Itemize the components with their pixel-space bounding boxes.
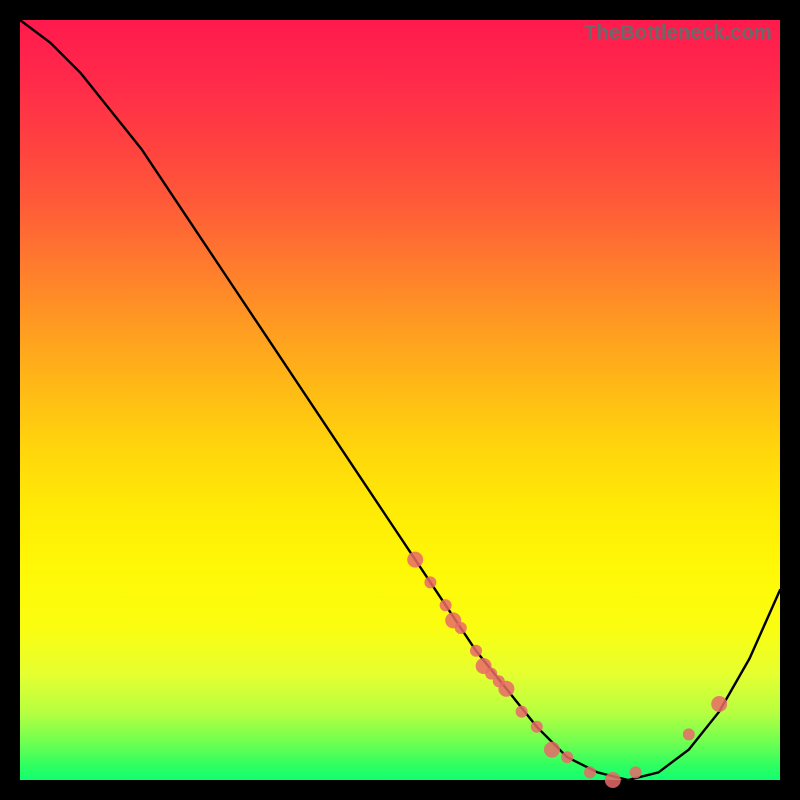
- marker-dot: [544, 742, 560, 758]
- marker-dot: [683, 728, 695, 740]
- marker-dot: [498, 681, 514, 697]
- marker-dot: [516, 706, 528, 718]
- marker-dot: [605, 772, 621, 788]
- marker-group: [407, 552, 727, 788]
- plot-area: TheBottleneck.com: [20, 20, 780, 780]
- marker-dot: [531, 721, 543, 733]
- marker-dot: [407, 552, 423, 568]
- curve-path: [20, 20, 780, 780]
- marker-dot: [584, 766, 596, 778]
- marker-dot: [424, 576, 436, 588]
- chart-frame: TheBottleneck.com: [0, 0, 800, 800]
- marker-dot: [711, 696, 727, 712]
- chart-svg: [20, 20, 780, 780]
- marker-dot: [561, 751, 573, 763]
- marker-dot: [470, 645, 482, 657]
- marker-dot: [630, 766, 642, 778]
- marker-dot: [455, 622, 467, 634]
- marker-dot: [440, 599, 452, 611]
